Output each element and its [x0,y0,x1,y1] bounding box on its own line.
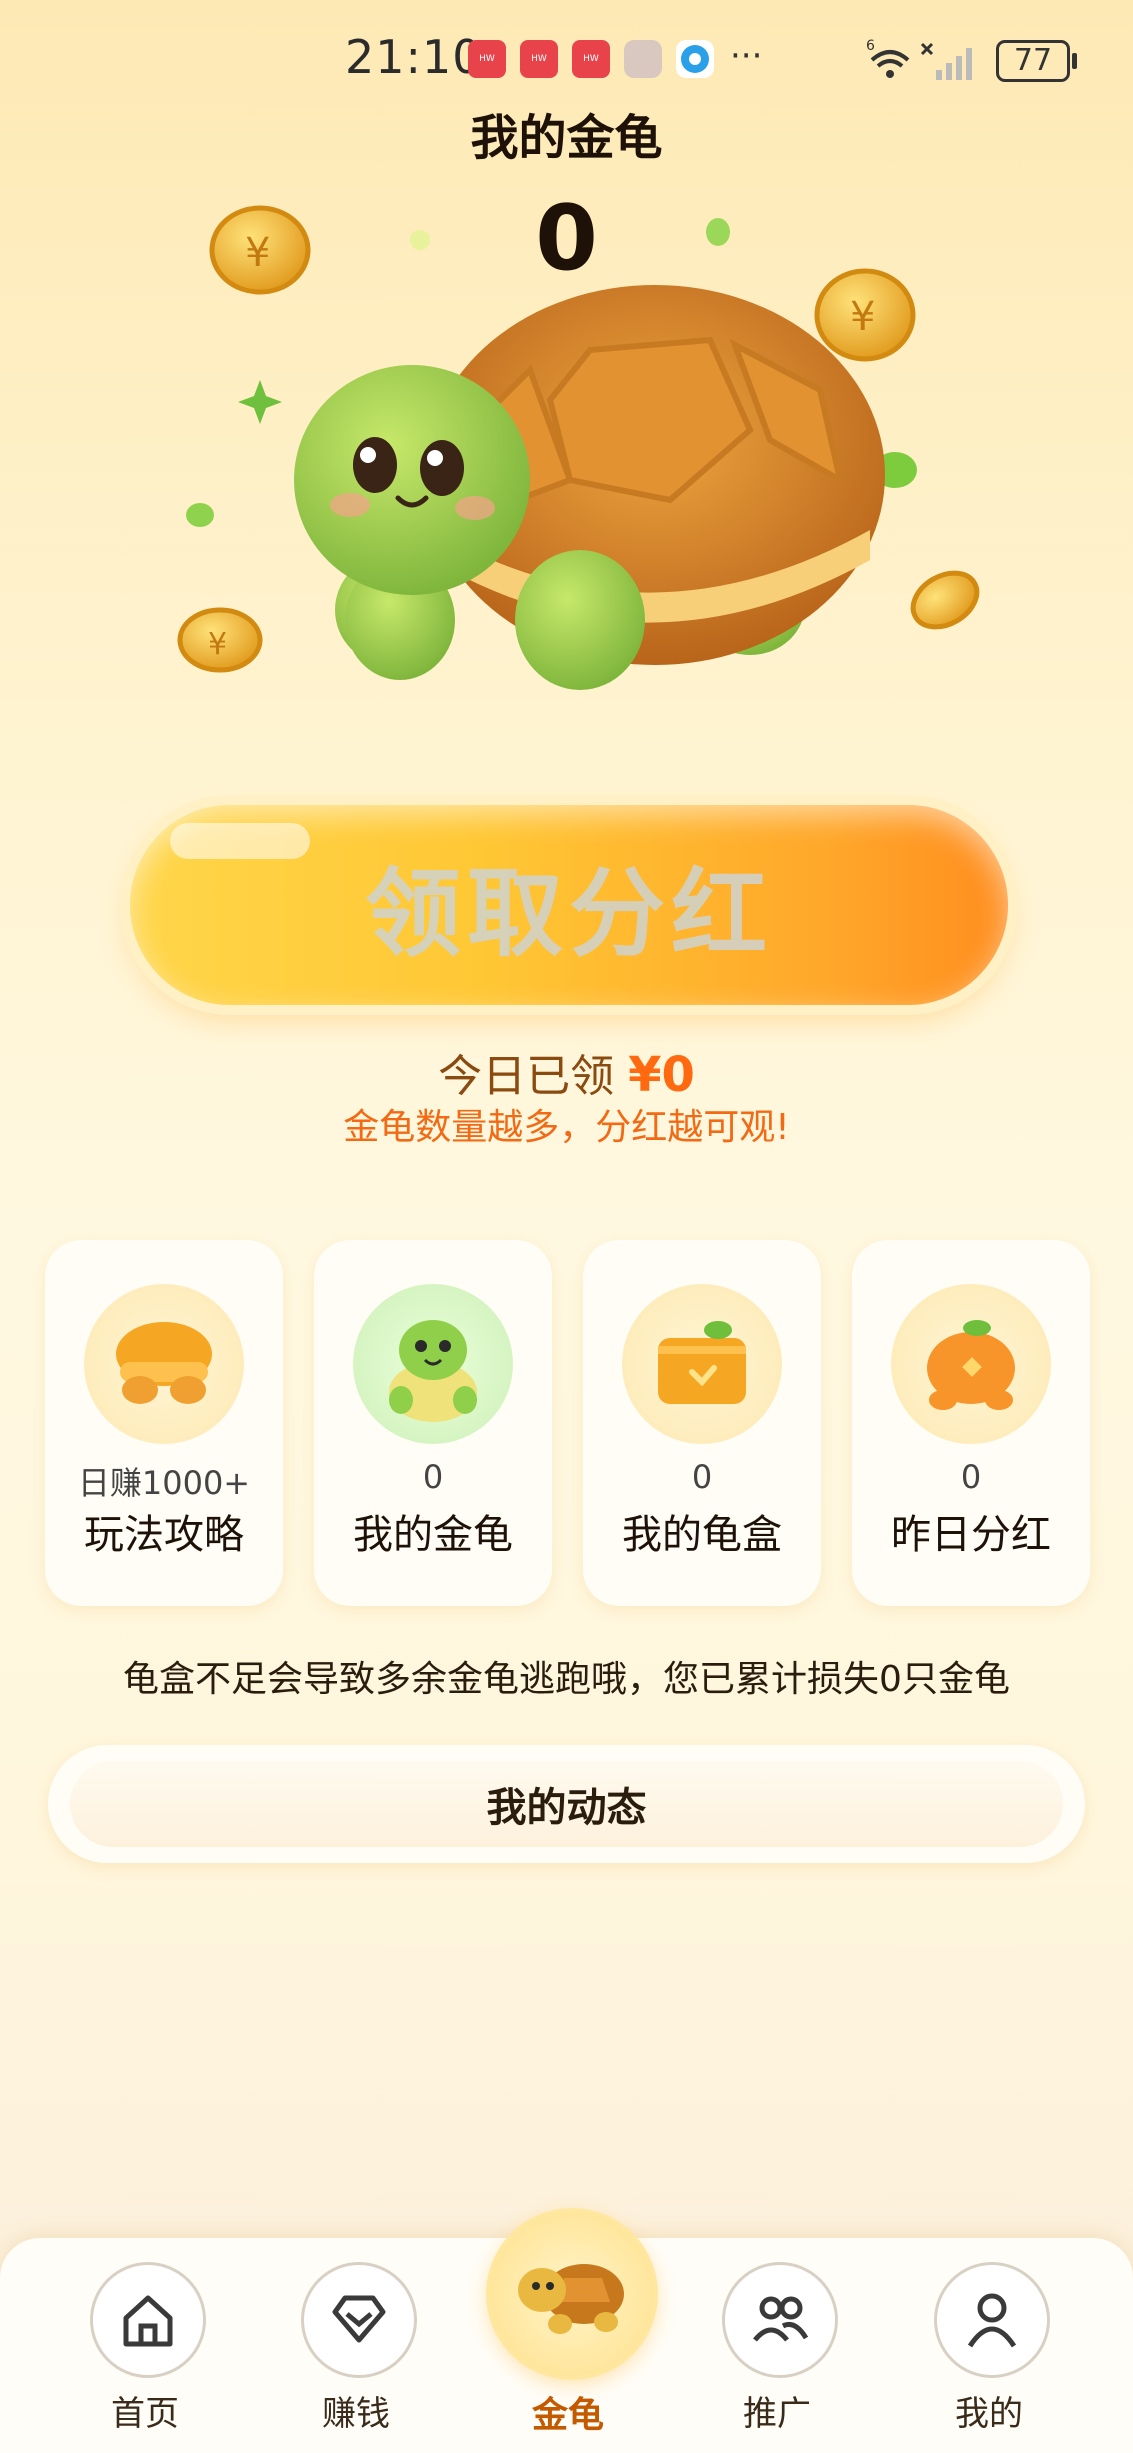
huawei-notification-icon: HW [468,40,506,78]
nav-mine[interactable]: 我的 [916,2262,1066,2434]
person-icon [934,2262,1050,2378]
nav-golden-turtle[interactable] [486,2208,658,2380]
status-time: 21:10 [345,30,483,84]
home-icon [90,2262,206,2378]
signal-wifi-icon: 6 [866,38,972,80]
claim-dividend-button[interactable]: 领取分红 [130,805,1008,1005]
card-value: 0 [691,1458,713,1496]
card-value: 0 [422,1458,444,1496]
card-strategy[interactable]: 日赚1000+ 玩法攻略 [45,1240,283,1606]
page-title: 我的金龟 [470,110,663,166]
avatar-notification-icon [624,40,662,78]
my-activity-button[interactable]: 我的动态 [48,1745,1085,1863]
card-value: 0 [960,1458,982,1496]
diamond-icon [301,2262,417,2378]
nav-label: 推广 [743,2394,811,2434]
huawei-notification-icon: HW [520,40,558,78]
bottom-nav: 首页 赚钱 金龟 推广 我的 [0,2208,1133,2453]
network-type-label: 6 [866,38,875,54]
turtle-icon [518,2264,624,2334]
golden-turtle-count: 0 [535,186,598,291]
more-notifications-icon: ··· [730,36,763,76]
claim-dividend-label: 领取分红 [365,857,773,970]
today-claimed-amount: ¥0 [628,1047,695,1103]
green-turtle-icon [353,1284,513,1444]
orange-turtle-icon [891,1284,1051,1444]
button-gloss [170,823,310,859]
card-value: 日赚1000+ [77,1464,251,1502]
feature-cards: 日赚1000+ 玩法攻略 0 我的金龟 0 我的龟盒 0 昨日分红 [45,1240,1090,1606]
nav-promote[interactable]: 推广 [704,2262,854,2434]
card-label: 我的龟盒 [622,1512,782,1558]
huawei-notification-icon: HW [572,40,610,78]
nav-label: 首页 [111,2394,179,2434]
card-my-turtles[interactable]: 0 我的金龟 [314,1240,552,1606]
card-turtle-box[interactable]: 0 我的龟盒 [583,1240,821,1606]
today-claimed-prefix: 今日已领 [438,1051,615,1102]
nav-earn[interactable]: 赚钱 [283,2262,433,2434]
turtle-shell-icon [84,1284,244,1444]
battery-indicator: 77 [996,40,1077,82]
turtle-box-warning: 龟盒不足会导致多余金龟逃跑哦，您已累计损失0只金龟 [123,1659,1010,1700]
gift-box-icon [622,1284,782,1444]
svg-text:¥: ¥ [850,294,875,340]
my-activity-label: 我的动态 [70,1761,1063,1847]
people-icon [722,2262,838,2378]
dividend-hint: 金龟数量越多，分红越可观! [343,1107,790,1148]
nav-home[interactable]: 首页 [72,2262,222,2434]
nav-label: 金龟 [531,2395,604,2436]
svg-text:¥: ¥ [208,627,227,662]
card-label: 我的金龟 [353,1512,513,1558]
card-yesterday-dividend[interactable]: 0 昨日分红 [852,1240,1090,1606]
browser-notification-icon [676,40,714,78]
nav-label: 赚钱 [322,2394,390,2434]
card-label: 昨日分红 [891,1512,1051,1558]
card-label: 玩法攻略 [84,1512,244,1558]
nav-label: 我的 [955,2394,1023,2434]
today-claimed: 今日已领 ¥0 [0,1040,1133,1104]
